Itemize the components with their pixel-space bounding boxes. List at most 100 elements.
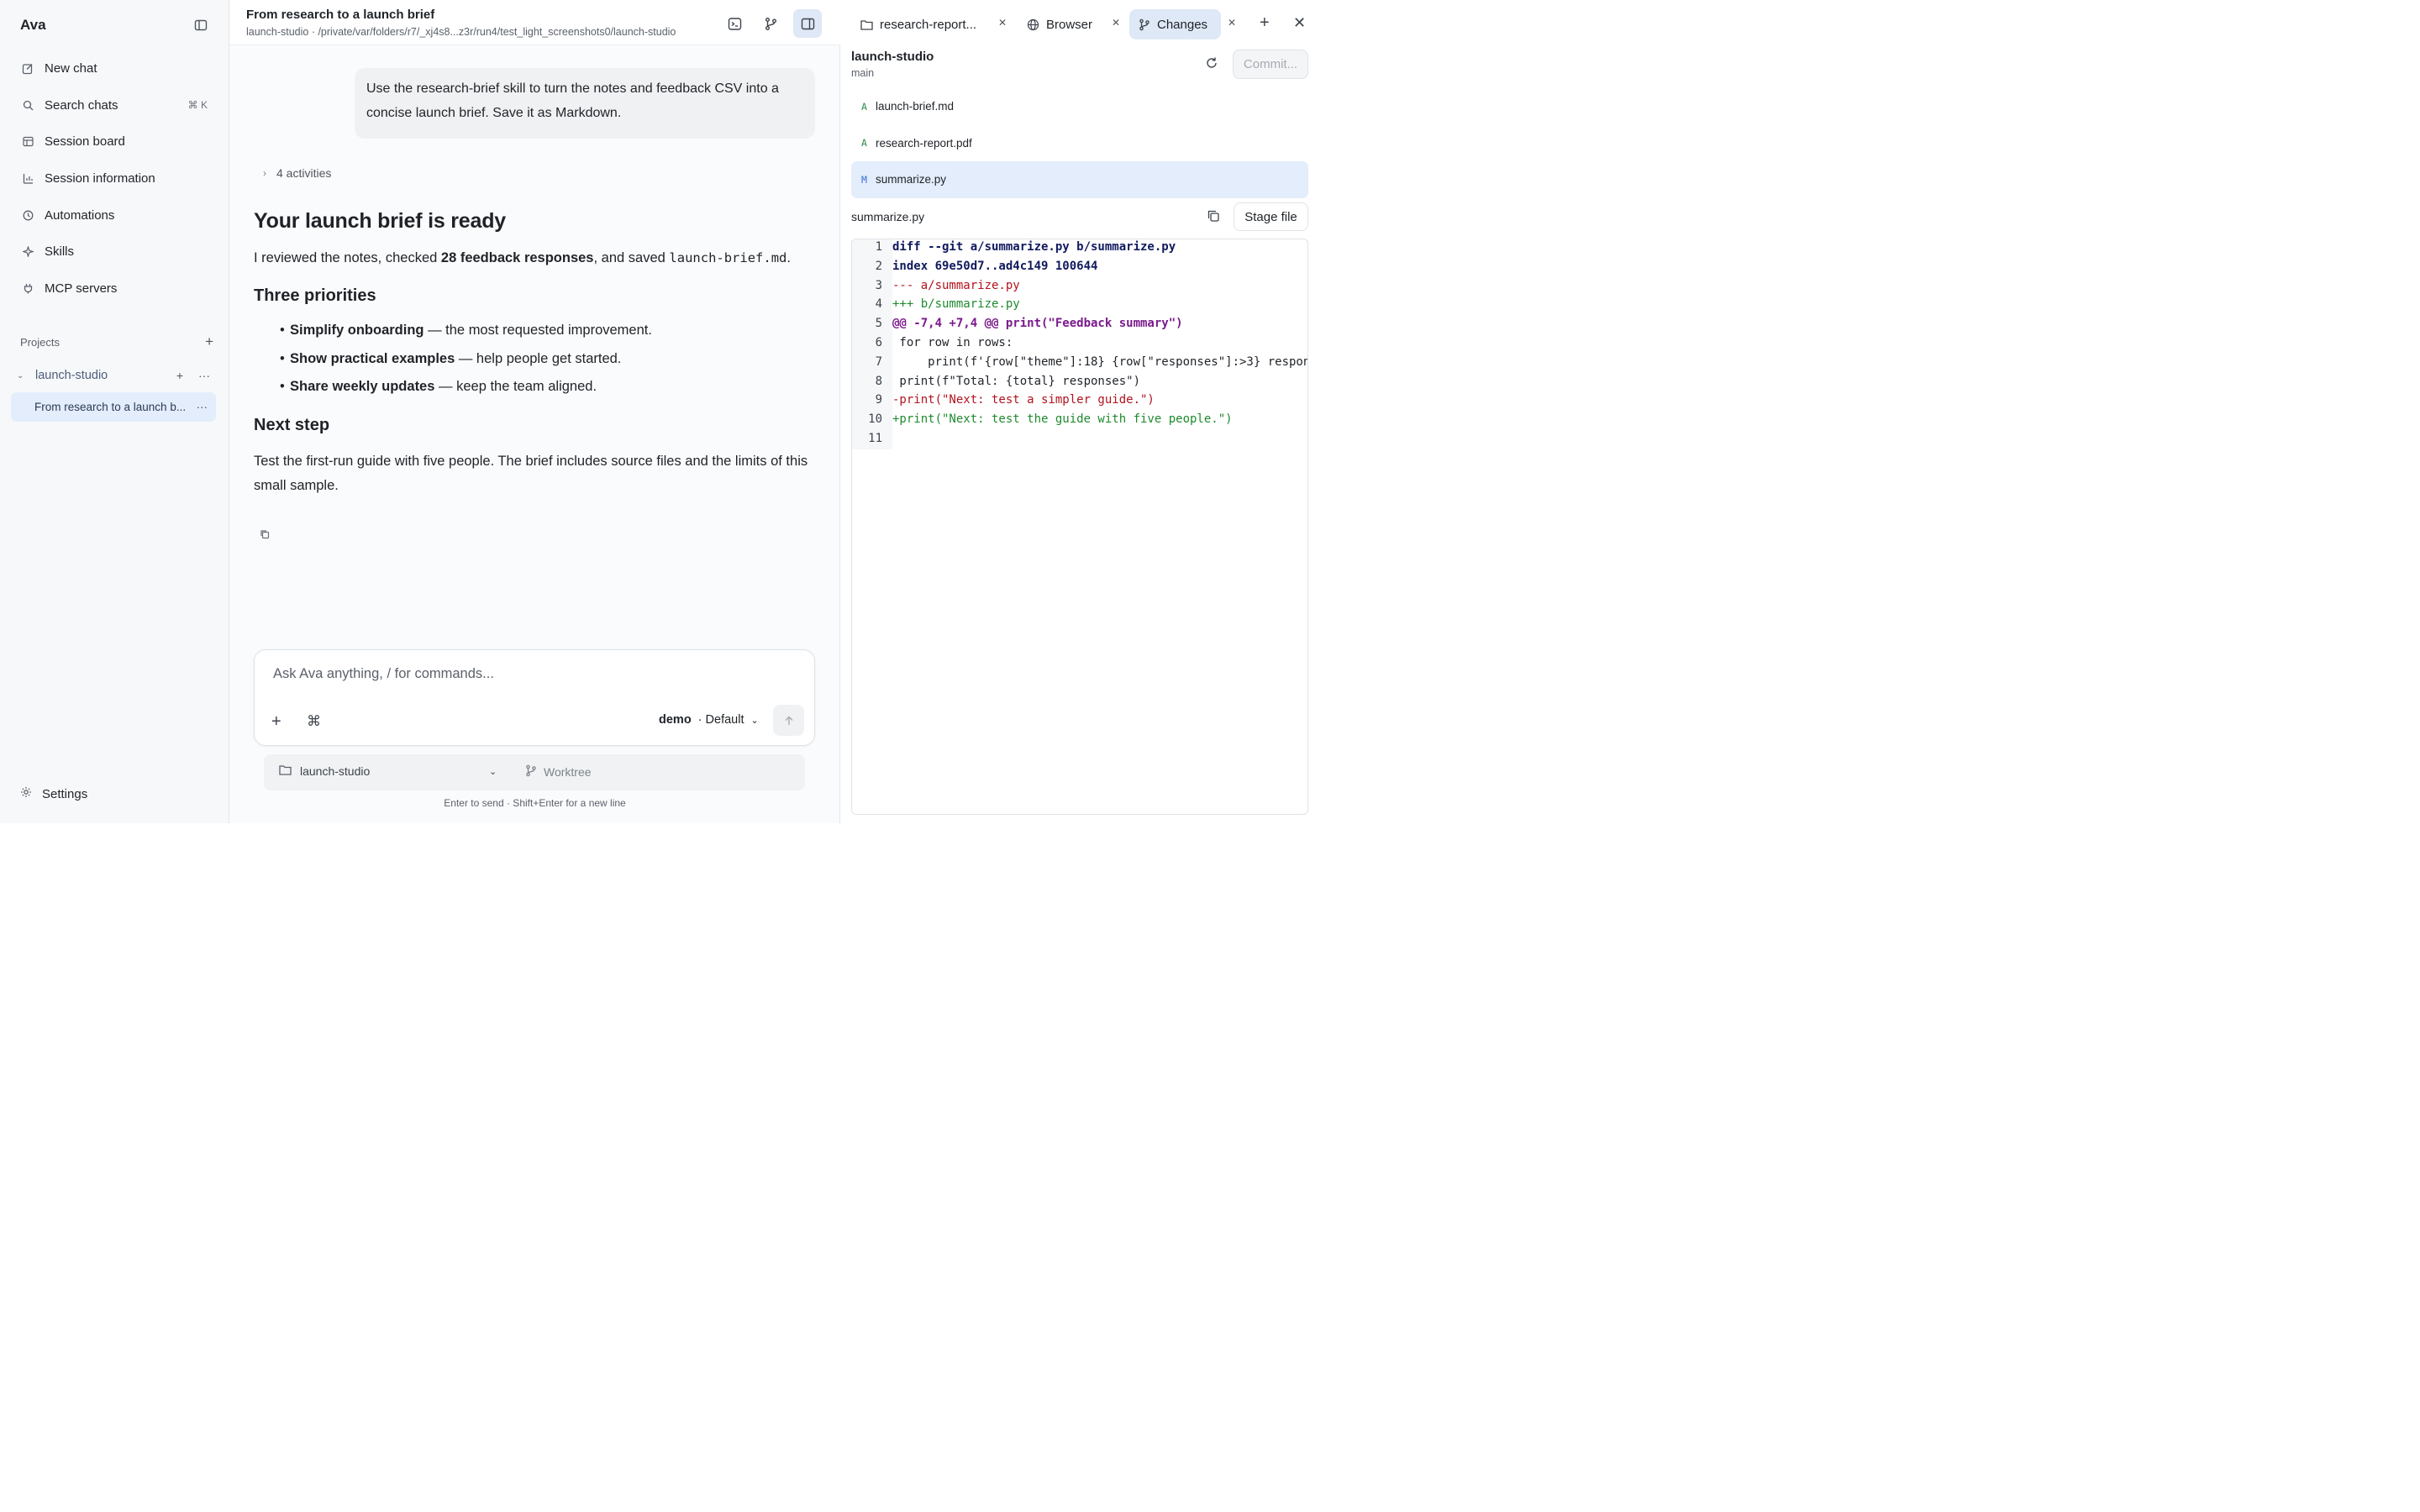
- copy-diff-button[interactable]: [1207, 209, 1220, 225]
- copy-icon: [1207, 210, 1219, 222]
- diff-line: 5 @@ -7,4 +7,4 @@ print("Feedback summary…: [852, 314, 1307, 333]
- panel-icon: [801, 18, 814, 29]
- nav-new-chat[interactable]: New chat: [11, 50, 218, 87]
- globe-icon: [1027, 18, 1039, 31]
- diff-line: 7 print(f'{row["theme"]:18} {row["respon…: [852, 353, 1308, 372]
- worktree-label: Worktree: [544, 765, 592, 779]
- git-branch-icon: [525, 764, 537, 780]
- file-name: research-report.pdf: [876, 136, 972, 150]
- new-tab-icon[interactable]: +: [1260, 13, 1270, 33]
- tab-label: research-report...: [880, 17, 977, 32]
- nav-label: Search chats: [45, 97, 118, 113]
- activities-toggle[interactable]: › 4 activities: [263, 166, 331, 180]
- project-row[interactable]: ⌄ launch-studio + ···: [17, 366, 215, 385]
- close-tab-icon[interactable]: ✕: [1228, 17, 1236, 29]
- project-selector[interactable]: launch-studio: [279, 764, 370, 778]
- terminal-button[interactable]: [720, 9, 749, 38]
- diff-code: print(f'{row["theme"]:18} {row["response…: [892, 354, 1308, 369]
- chevron-down-icon: ⌄: [750, 715, 759, 726]
- file-name: launch-brief.md: [876, 100, 955, 113]
- git-button[interactable]: [756, 9, 785, 38]
- close-tab-icon[interactable]: ✕: [1112, 17, 1120, 29]
- file-row[interactable]: A research-report.pdf: [851, 125, 1308, 162]
- response-intro: I reviewed the notes, checked 28 feedbac…: [254, 246, 825, 270]
- diff-line: 6 for row in rows:: [852, 333, 1307, 353]
- stage-file-button[interactable]: Stage file: [1234, 202, 1308, 231]
- refresh-button[interactable]: [1205, 56, 1218, 72]
- list-item: Show practical examples — help people ge…: [280, 345, 825, 374]
- session-label: From research to a launch b...: [34, 401, 187, 413]
- nav-label: Automations: [45, 207, 115, 223]
- sparkle-icon: [21, 245, 34, 259]
- terminal-icon: [728, 17, 741, 30]
- attach-button[interactable]: +: [271, 712, 281, 732]
- nav-search-chats[interactable]: Search chats ⌘ K: [11, 87, 218, 124]
- diff-line: 1 diff --git a/summarize.py b/summarize.p…: [852, 239, 1307, 257]
- diff-code: +print("Next: test the guide with five p…: [892, 412, 1233, 427]
- model-name: demo: [659, 713, 692, 727]
- settings-button[interactable]: Settings: [20, 786, 87, 801]
- diff-file-name: summarize.py: [851, 210, 925, 223]
- folder-icon: [279, 764, 292, 778]
- projects-header: Projects +: [20, 333, 213, 350]
- nav-skills[interactable]: Skills: [11, 234, 218, 270]
- chart-icon: [21, 172, 34, 186]
- nav-session-board[interactable]: Session board: [11, 123, 218, 160]
- tab-research-report[interactable]: research-report...: [851, 9, 994, 39]
- add-project-icon[interactable]: +: [205, 333, 213, 350]
- list-item: Share weekly updates — keep the team ali…: [280, 373, 825, 402]
- model-selector[interactable]: demo · Default ⌄: [659, 713, 759, 727]
- diff-code: index 69e50d7..ad4c149 100644: [892, 259, 1098, 273]
- worktree-toggle[interactable]: Worktree: [525, 764, 592, 780]
- nav-label: MCP servers: [45, 281, 118, 296]
- app-name: Ava: [20, 17, 46, 33]
- commit-button[interactable]: Commit...: [1233, 50, 1308, 79]
- diff-code: for row in rows:: [892, 336, 1013, 349]
- priorities-list: Simplify onboarding — the most requested…: [280, 317, 825, 402]
- diff-line: 3 --- a/summarize.py: [852, 276, 1307, 296]
- diff-code: --- a/summarize.py: [892, 278, 1020, 292]
- diff-line: 4 +++ b/summarize.py: [852, 295, 1307, 314]
- diff-view[interactable]: 1 diff --git a/summarize.py b/summarize.p…: [851, 239, 1308, 815]
- session-item[interactable]: From research to a launch b... ···: [11, 392, 216, 422]
- intro-text: I reviewed the notes, checked: [254, 250, 441, 265]
- copy-response-button[interactable]: [260, 528, 270, 542]
- line-number: 6: [875, 336, 882, 349]
- diff-code: diff --git a/summarize.py b/summarize.py: [892, 240, 1176, 254]
- more-icon[interactable]: ···: [198, 369, 210, 382]
- file-row[interactable]: M summarize.py: [851, 161, 1308, 198]
- nav-mcp-servers[interactable]: MCP servers: [11, 270, 218, 307]
- tab-changes[interactable]: Changes: [1129, 9, 1221, 39]
- close-panel-icon[interactable]: ✕: [1293, 14, 1306, 32]
- intro-text: , and saved: [593, 250, 670, 265]
- session-more-icon[interactable]: ···: [197, 401, 208, 413]
- priority-title: Share weekly updates: [290, 379, 435, 395]
- diff-line: 9 -print("Next: test a simpler guide."): [852, 391, 1307, 410]
- line-number: 11: [868, 432, 882, 445]
- arrow-up-icon: [785, 716, 792, 725]
- file-row[interactable]: A launch-brief.md: [851, 88, 1308, 125]
- user-message: Use the research-brief skill to turn the…: [355, 68, 815, 139]
- toggle-sidebar-button[interactable]: [192, 16, 210, 34]
- diff-line: 2 index 69e50d7..ad4c149 100644: [852, 257, 1307, 276]
- chevron-down-icon[interactable]: ⌄: [489, 766, 497, 777]
- nav-automations[interactable]: Automations: [11, 197, 218, 234]
- branch-name: main: [851, 67, 875, 79]
- toggle-panel-button[interactable]: [793, 9, 822, 38]
- nav-label: New chat: [45, 61, 97, 76]
- commands-button[interactable]: ⌘: [307, 713, 321, 730]
- message-input[interactable]: Ask Ava anything, / for commands...: [273, 666, 494, 682]
- add-session-icon[interactable]: +: [176, 369, 183, 382]
- copy-icon: [260, 530, 270, 539]
- composer[interactable]: Ask Ava anything, / for commands... + ⌘ …: [254, 649, 815, 746]
- chevron-down-icon[interactable]: ⌄: [17, 371, 27, 381]
- nav-label: Session information: [45, 171, 155, 186]
- diff-line: 10 +print("Next: test the guide with five…: [852, 410, 1307, 429]
- sidebar-toggle-icon: [194, 19, 208, 31]
- tab-browser[interactable]: Browser: [1018, 9, 1110, 39]
- nav-session-information[interactable]: Session information: [11, 160, 218, 197]
- diff-line: 8 print(f"Total: {total} responses"): [852, 372, 1307, 391]
- send-button[interactable]: [773, 705, 804, 736]
- close-tab-icon[interactable]: ✕: [998, 17, 1007, 29]
- file-name: summarize.py: [876, 173, 947, 186]
